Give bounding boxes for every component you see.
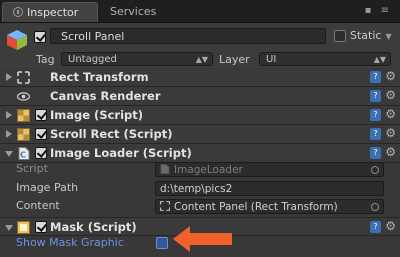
info-icon (13, 7, 23, 17)
window-menu-icon[interactable]: ▪ ≡ (365, 5, 392, 16)
gear-icon[interactable]: ⚙ (385, 126, 396, 140)
foldout-arrow-icon[interactable] (6, 73, 12, 81)
component-image-script[interactable]: Image (Script) ? ⚙ (0, 106, 400, 125)
scroll-rect-icon (17, 128, 30, 141)
gear-icon[interactable]: ⚙ (385, 219, 396, 233)
script-field: ImageLoader (155, 162, 384, 177)
tab-bar: Inspector Services ▪ ≡ (0, 0, 400, 23)
gear-icon[interactable]: ⚙ (385, 145, 396, 159)
component-canvas-renderer[interactable]: Canvas Renderer ? ⚙ (0, 87, 400, 106)
tag-label: Tag (36, 53, 55, 66)
help-book-icon[interactable]: ? (370, 90, 381, 102)
static-checkbox[interactable] (334, 30, 346, 42)
mask-script-icon (17, 221, 30, 234)
component-image-loader-script[interactable]: C Image Loader (Script) ? ⚙ (0, 144, 400, 163)
component-title: Canvas Renderer (50, 89, 161, 103)
gear-icon[interactable]: ⚙ (385, 69, 396, 83)
foldout-arrow-icon[interactable] (5, 225, 13, 231)
component-enabled-checkbox[interactable] (35, 147, 47, 159)
show-mask-graphic-label: Show Mask Graphic (16, 236, 124, 249)
help-book-icon[interactable]: ? (370, 147, 381, 159)
help-book-icon[interactable]: ? (370, 71, 381, 83)
rect-transform-icon (17, 71, 30, 84)
gear-icon[interactable]: ⚙ (385, 88, 396, 102)
component-title: Mask (Script) (50, 220, 137, 234)
gear-icon[interactable]: ⚙ (385, 107, 396, 121)
foldout-arrow-icon[interactable] (6, 111, 12, 119)
gameobject-header: Scroll Panel Static ▼ Tag Untagged ▲▼ Laye… (0, 23, 400, 72)
arrow-icon (173, 226, 232, 252)
csharp-script-icon: C (18, 147, 30, 160)
layer-value: UI (266, 54, 277, 65)
gameobject-active-checkbox[interactable] (34, 31, 46, 43)
script-file-icon (160, 164, 170, 174)
script-value: ImageLoader (174, 164, 243, 176)
component-enabled-checkbox[interactable] (35, 221, 47, 233)
tab-inspector-label: Inspector (27, 6, 79, 19)
rect-transform-icon (160, 201, 170, 211)
show-mask-graphic-checkbox[interactable] (156, 237, 168, 249)
image-path-label: Image Path (16, 181, 79, 194)
tab-services-label: Services (110, 5, 157, 18)
object-picker-icon[interactable] (371, 203, 379, 211)
content-value: Content Panel (Rect Transform) (174, 201, 338, 213)
svg-text:C: C (20, 151, 26, 160)
gameobject-cube-icon (7, 30, 27, 50)
foldout-arrow-icon[interactable] (6, 130, 12, 138)
help-book-icon[interactable]: ? (370, 128, 381, 140)
component-scroll-rect-script[interactable]: Scroll Rect (Script) ? ⚙ (0, 125, 400, 144)
content-field[interactable]: Content Panel (Rect Transform) (155, 199, 384, 214)
tag-value: Untagged (68, 54, 117, 65)
eye-icon (17, 92, 30, 101)
tab-services[interactable]: Services (100, 2, 180, 22)
component-title: Image (Script) (50, 108, 144, 122)
tag-dropdown[interactable]: Untagged ▲▼ (61, 52, 213, 66)
component-enabled-checkbox[interactable] (35, 109, 47, 121)
component-rect-transform[interactable]: Rect Transform ? ⚙ (0, 68, 400, 87)
layer-dropdown[interactable]: UI ▲▼ (259, 52, 391, 66)
static-dropdown-icon[interactable]: ▼ (385, 32, 391, 41)
static-label: Static (350, 29, 382, 42)
layer-label: Layer (219, 53, 250, 66)
image-script-icon (17, 109, 30, 122)
gameobject-name-field[interactable]: Scroll Panel (50, 28, 326, 44)
help-book-icon[interactable]: ? (370, 221, 381, 233)
component-title: Scroll Rect (Script) (50, 127, 173, 141)
image-path-field[interactable]: d:\temp\pics2 (155, 181, 384, 196)
component-title: Image Loader (Script) (50, 146, 192, 160)
tab-inspector[interactable]: Inspector (2, 2, 98, 22)
component-title: Rect Transform (50, 70, 149, 84)
foldout-arrow-icon[interactable] (5, 151, 13, 157)
content-label: Content (16, 199, 60, 212)
script-label: Script (16, 162, 48, 175)
object-picker-icon (371, 166, 379, 174)
help-book-icon[interactable]: ? (370, 109, 381, 121)
tag-dropdown-arrow-icon: ▲▼ (195, 55, 208, 64)
static-toggle[interactable]: Static ▼ (334, 29, 392, 45)
component-enabled-checkbox[interactable] (35, 128, 47, 140)
layer-dropdown-arrow-icon: ▲▼ (373, 55, 386, 64)
